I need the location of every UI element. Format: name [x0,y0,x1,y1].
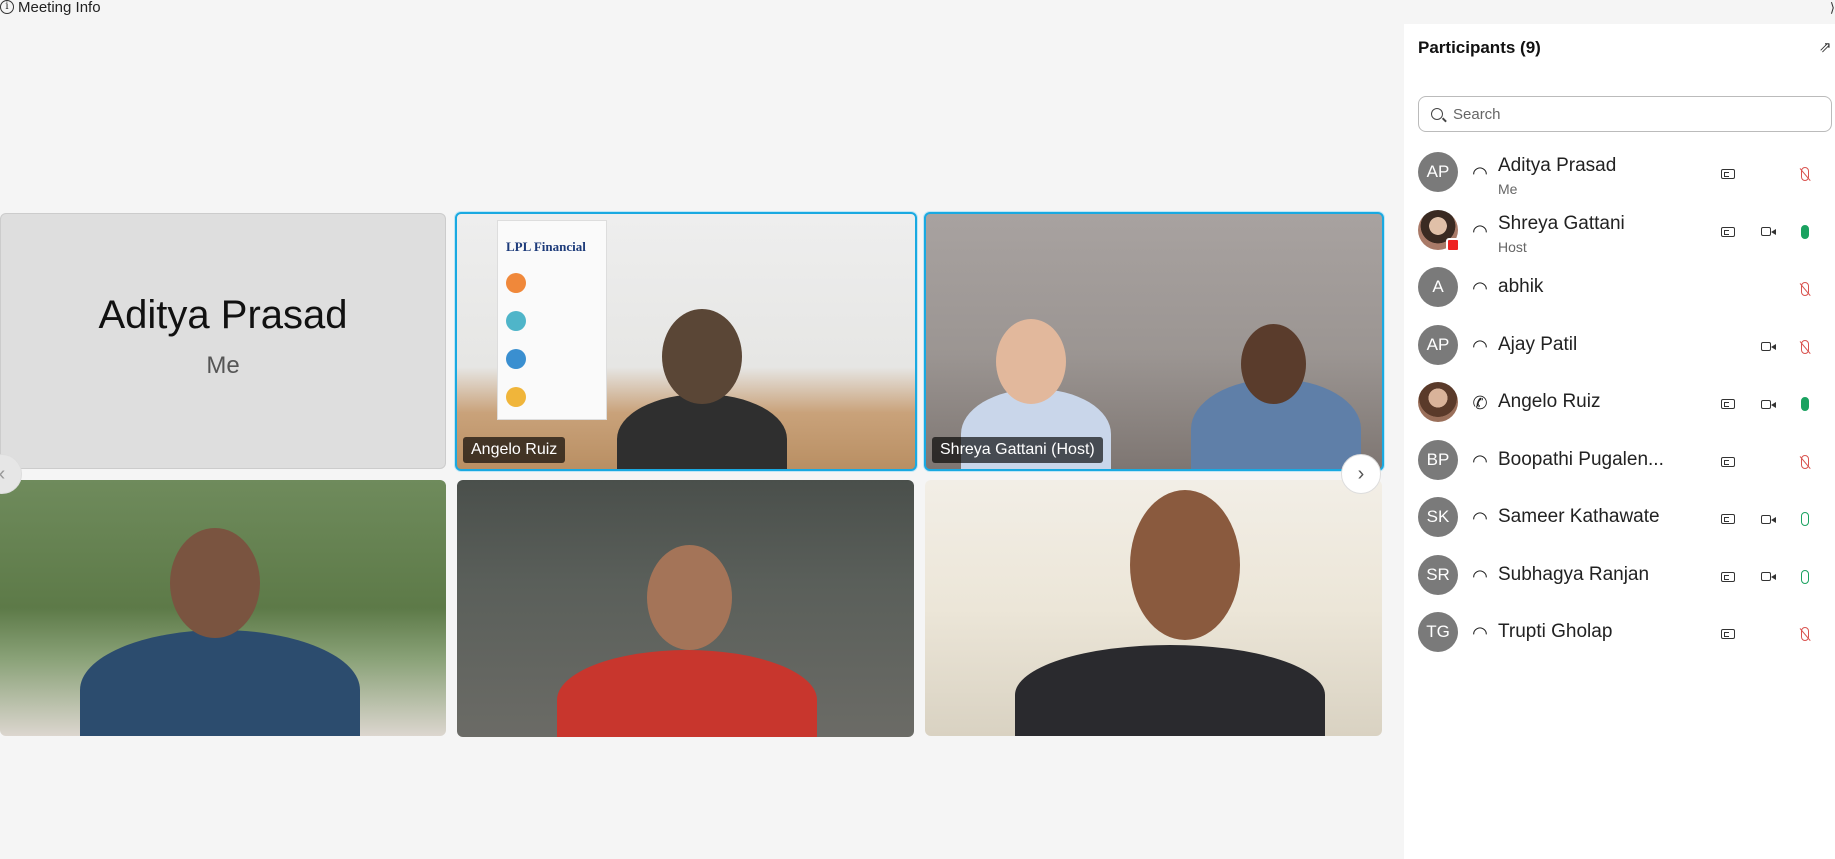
collapse-panel-icon[interactable]: ⟩ [1830,0,1835,16]
mic-icon[interactable] [1795,393,1815,413]
mic-muted-icon[interactable] [1795,451,1815,471]
headset-audio-icon: ◠ [1472,450,1488,471]
participant-name: Shreya Gattani [1498,212,1625,234]
avatar: A [1418,267,1458,307]
captions-icon [1718,623,1738,643]
headset-audio-icon: ◠ [1472,220,1488,241]
avatar [1418,209,1460,252]
captions-icon [1718,221,1738,241]
banner-marker [506,273,526,293]
self-video-tile[interactable]: Aditya Prasad Me [0,213,446,469]
banner-marker [506,387,526,407]
phone-audio-icon: ✆ [1472,393,1488,413]
participant-list: AP ◠ Aditya Prasad Me ◠ Shreya Gattani Host A ◠ a… [1418,144,1835,662]
banner-marker [506,311,526,331]
headset-audio-icon: ◠ [1472,565,1488,586]
avatar [1418,382,1458,422]
video-tile-angelo[interactable]: LPL Financial Angelo Ruiz [455,212,917,471]
recording-badge-icon [1446,237,1460,252]
video-tile-row2-3[interactable] [925,480,1382,736]
participant-name: Boopathi Pugalen... [1498,448,1664,470]
banner-title: LPL Financial [506,239,586,254]
popout-icon[interactable]: ⇗ [1819,40,1835,56]
camera-icon [1756,336,1776,356]
self-tile-name: Aditya Prasad [98,292,348,337]
participant-head [662,309,742,404]
participant-name: Sameer Kathawate [1498,506,1660,527]
participant-head [1130,490,1240,640]
video-tile-row2-2[interactable] [457,480,914,737]
captions-icon [1718,451,1738,471]
mic-icon[interactable] [1795,508,1815,528]
avatar: BP [1418,439,1458,480]
participant-search[interactable] [1418,96,1832,132]
participant-row[interactable]: BP ◠ Boopathi Pugalen... [1418,432,1835,490]
next-page-button[interactable]: › [1341,454,1381,494]
participant-head [170,528,260,638]
camera-icon [1756,393,1776,413]
video-grid: Aditya Prasad Me LPL Financial Angelo Ru… [0,0,1403,859]
camera-icon [1756,508,1776,528]
participant-name: Aditya Prasad [1498,155,1617,176]
participant-body [617,394,787,469]
video-tile-row2-1[interactable] [0,480,446,736]
participant-body [1015,645,1325,736]
captions-icon [1718,393,1738,413]
captions-icon [1718,508,1738,528]
mic-icon[interactable] [1795,221,1815,241]
headset-audio-icon: ◠ [1472,508,1488,528]
participant-name: Ajay Patil [1498,333,1578,355]
participant-row[interactable]: SR ◠ Subhagya Ranjan [1418,547,1835,605]
avatar: AP [1418,152,1458,192]
participant-body [80,630,360,736]
participant-head [1241,324,1306,404]
avatar: SR [1418,554,1458,595]
participant-head [996,319,1066,404]
headset-audio-icon: ◠ [1472,623,1488,643]
mic-muted-icon[interactable] [1795,278,1815,298]
captions-icon [1718,163,1738,183]
participant-role: Me [1498,181,1518,197]
banner-marker [506,349,526,369]
participant-row[interactable]: ✆ Angelo Ruiz [1418,374,1835,432]
background-banner: LPL Financial [497,220,607,420]
participant-row[interactable]: SK ◠ Sameer Kathawate [1418,489,1835,547]
self-tile-sub: Me [206,351,240,379]
participant-row[interactable]: AP ◠ Ajay Patil [1418,317,1835,375]
tile-name-label: Shreya Gattani (Host) [932,437,1103,463]
participant-row[interactable]: TG ◠ Trupti Gholap [1418,604,1835,662]
participants-panel: Participants (9) ⇗ AP ◠ Aditya Prasad Me ◠ Sh… [1404,24,1835,859]
avatar: SK [1418,497,1458,537]
mic-muted-icon[interactable] [1795,623,1815,643]
camera-icon [1756,566,1776,586]
participant-name: Subhagya Ranjan [1498,563,1650,585]
participant-head [647,545,732,650]
search-icon [1431,108,1443,120]
participant-name: Trupti Gholap [1498,621,1613,642]
participant-name: abhik [1498,276,1544,297]
mic-muted-icon[interactable] [1795,163,1815,183]
headset-audio-icon: ◠ [1472,335,1488,356]
video-tile-shreya[interactable]: Shreya Gattani (Host) [924,212,1384,471]
participant-name: Angelo Ruiz [1498,391,1601,412]
camera-icon [1756,221,1776,241]
captions-icon [1718,566,1738,586]
participant-role: Host [1498,238,1527,255]
participant-row[interactable]: ◠ Shreya Gattani Host [1418,202,1835,260]
mic-icon[interactable] [1795,566,1815,586]
tile-name-label: Angelo Ruiz [463,437,566,463]
mic-muted-icon[interactable] [1795,336,1815,356]
meeting-app: i Meeting Info ⟩ Aditya Prasad Me LPL Fi… [0,0,1835,859]
search-input[interactable] [1453,105,1813,123]
avatar: AP [1418,324,1458,365]
participant-row[interactable]: AP ◠ Aditya Prasad Me [1418,144,1835,202]
headset-audio-icon: ◠ [1472,163,1488,183]
avatar: TG [1418,612,1458,652]
headset-audio-icon: ◠ [1472,278,1488,298]
participant-body [557,650,817,737]
participant-row[interactable]: A ◠ abhik [1418,259,1835,317]
participants-title: Participants (9) [1418,38,1541,57]
